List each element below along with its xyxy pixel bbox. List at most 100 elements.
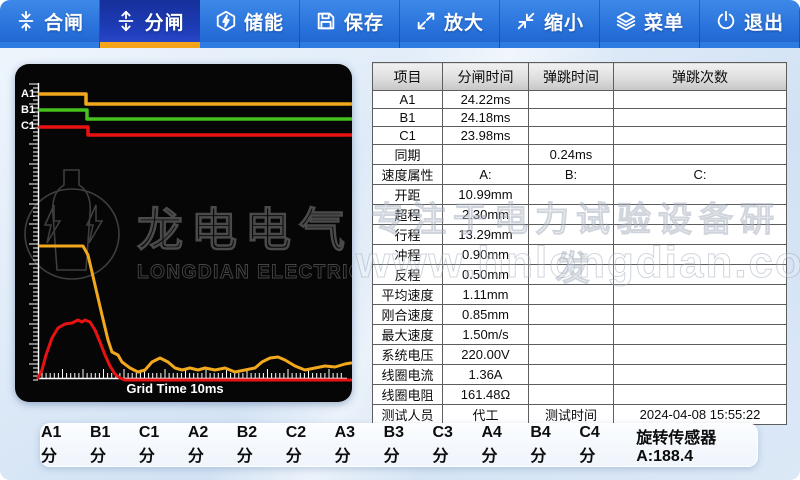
- table-row: 开距10.99mm: [373, 185, 787, 205]
- table-cell: [614, 91, 787, 109]
- phase-status-item: B4 分: [530, 424, 565, 466]
- tab-underline: [500, 42, 599, 48]
- results-table: 项目分闸时间弹跳时间弹跳次数 A124.22msB124.18msC123.98…: [372, 62, 787, 425]
- phase-status-item: B2 分: [237, 424, 272, 466]
- table-cell: 0.90mm: [443, 245, 529, 265]
- table-cell: [529, 205, 614, 225]
- phase-status-item: B1 分: [90, 424, 125, 466]
- tab-zoom-in[interactable]: 放大: [400, 0, 500, 48]
- table-cell: 代工: [443, 405, 529, 425]
- tab-label: 保存: [344, 8, 384, 35]
- table-row: 冲程0.90mm: [373, 245, 787, 265]
- table-cell: 同期: [373, 145, 443, 165]
- table-cell: A:: [443, 165, 529, 185]
- table-cell: B1: [373, 109, 443, 127]
- table-cell: [529, 365, 614, 385]
- phase-status-item: A4 分: [481, 424, 516, 466]
- energy-icon: [215, 10, 237, 32]
- table-cell: 反程: [373, 265, 443, 285]
- open-arrows-icon: [115, 10, 137, 32]
- table-cell: [614, 205, 787, 225]
- tab-underline: [200, 42, 299, 48]
- table-row: 行程13.29mm: [373, 225, 787, 245]
- app-window: 合闸 分闸 储能 保存放大缩小 菜单退出 龙电电气 LONGDIAN ELECTRIC …: [0, 0, 800, 480]
- table-row: C123.98ms: [373, 127, 787, 145]
- table-cell: [529, 245, 614, 265]
- save-icon: [315, 10, 337, 32]
- phase-status-item: C2 分: [286, 424, 321, 466]
- table-cell: 10.99mm: [443, 185, 529, 205]
- table-cell: [529, 225, 614, 245]
- close-arrows-icon: [15, 10, 37, 32]
- table-row: 平均速度1.11mm: [373, 285, 787, 305]
- zoom-in-icon: [415, 10, 437, 32]
- tab-zoom-out[interactable]: 缩小: [500, 0, 600, 48]
- table-cell: [614, 109, 787, 127]
- table-cell: [614, 245, 787, 265]
- table-cell: [614, 145, 787, 165]
- table-cell: C:: [614, 165, 787, 185]
- table-cell: [614, 185, 787, 205]
- results-table-wrap: 项目分闸时间弹跳时间弹跳次数 A124.22msB124.18msC123.98…: [372, 62, 786, 425]
- tab-close[interactable]: 合闸: [0, 0, 100, 48]
- phase-status-item: A2 分: [188, 424, 223, 466]
- table-header-cell: 弹跳次数: [614, 63, 787, 91]
- travel-curve: [40, 246, 351, 372]
- tab-underline: [100, 42, 200, 48]
- power-icon: [715, 10, 737, 32]
- table-cell: 超程: [373, 205, 443, 225]
- tab-save[interactable]: 保存: [300, 0, 400, 48]
- table-row: 速度属性A:B:C:: [373, 165, 787, 185]
- oscillogram-plot: [15, 64, 352, 402]
- table-cell: [614, 265, 787, 285]
- trace-label-c1: C1: [21, 120, 39, 132]
- table-cell: 开距: [373, 185, 443, 205]
- tab-store-energy[interactable]: 储能: [200, 0, 300, 48]
- table-cell: [614, 305, 787, 325]
- tab-exit[interactable]: 退出: [700, 0, 800, 48]
- table-cell: 24.22ms: [443, 91, 529, 109]
- C1-contact-state: [40, 127, 351, 135]
- table-header-row: 项目分闸时间弹跳时间弹跳次数: [373, 63, 787, 91]
- table-cell: [529, 109, 614, 127]
- zoom-out-icon: [515, 10, 537, 32]
- table-cell: [529, 285, 614, 305]
- tab-menu[interactable]: 菜单: [600, 0, 700, 48]
- table-cell: 线圈电流: [373, 365, 443, 385]
- table-cell: 23.98ms: [443, 127, 529, 145]
- table-cell: 线圈电阻: [373, 385, 443, 405]
- table-row: A124.22ms: [373, 91, 787, 109]
- B1-contact-state: [40, 110, 351, 119]
- table-cell: [529, 325, 614, 345]
- tab-label: 菜单: [644, 8, 684, 35]
- table-cell: 1.50m/s: [443, 325, 529, 345]
- phase-status-item: C3 分: [433, 424, 468, 466]
- table-cell: 行程: [373, 225, 443, 245]
- tab-label: 储能: [244, 8, 284, 35]
- table-cell: 1.11mm: [443, 285, 529, 305]
- table-cell: 24.18ms: [443, 109, 529, 127]
- phase-status-item: C1 分: [139, 424, 174, 466]
- oscillogram-panel: 龙电电气 LONGDIAN ELECTRIC A1B1C1 Grid Time …: [15, 64, 352, 402]
- table-cell: C1: [373, 127, 443, 145]
- phase-status-item: C4 分: [579, 424, 614, 466]
- rotation-sensor-value: 旋转传感器 A:188.4: [636, 424, 757, 466]
- tab-underline: [400, 42, 499, 48]
- table-header-cell: 项目: [373, 63, 443, 91]
- table-row: 最大速度1.50m/s: [373, 325, 787, 345]
- table-cell: [614, 365, 787, 385]
- tab-label: 合闸: [44, 8, 84, 35]
- tab-underline: [600, 42, 699, 48]
- table-row: 反程0.50mm: [373, 265, 787, 285]
- table-cell: [614, 285, 787, 305]
- table-cell: 0.24ms: [529, 145, 614, 165]
- table-cell: [614, 345, 787, 365]
- tab-label: 分闸: [144, 8, 184, 35]
- grid-time-label: Grid Time 10ms: [85, 381, 265, 396]
- table-cell: 2.30mm: [443, 205, 529, 225]
- A1-contact-state: [40, 94, 351, 104]
- tab-bar: 合闸 分闸 储能 保存放大缩小 菜单退出: [0, 0, 800, 48]
- table-cell: 刚合速度: [373, 305, 443, 325]
- tab-open[interactable]: 分闸: [100, 0, 200, 48]
- table-row: 超程2.30mm: [373, 205, 787, 225]
